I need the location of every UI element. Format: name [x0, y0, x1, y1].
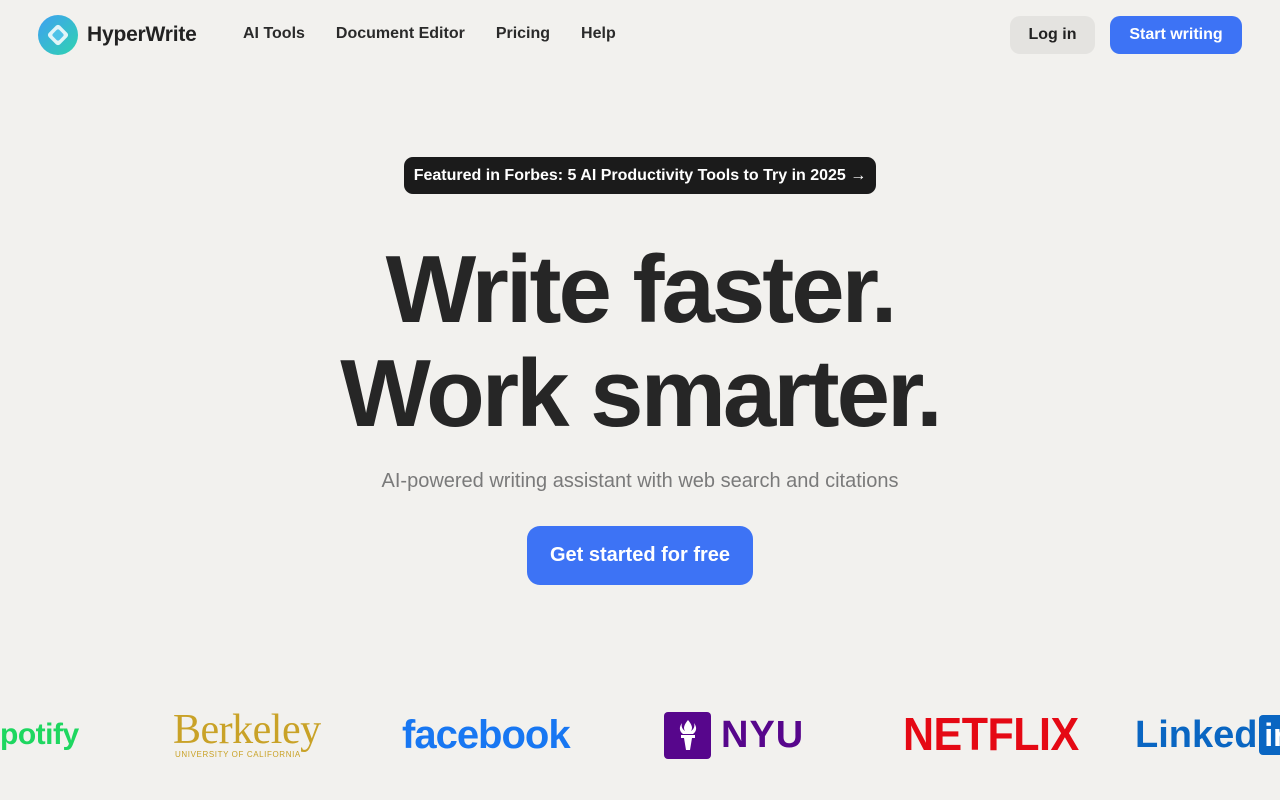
nav-link-ai-tools[interactable]: AI Tools: [243, 24, 305, 44]
hyperwrite-logo-icon: [38, 15, 78, 55]
headline-line-2: Work smarter.: [340, 340, 943, 447]
linkedin-logo: Linked in: [1135, 700, 1280, 770]
forbes-announcement-badge[interactable]: Featured in Forbes: 5 AI Productivity To…: [404, 157, 876, 194]
linkedin-wordmark: Linked: [1135, 713, 1258, 756]
berkeley-subtitle: UNIVERSITY OF CALIFORNIA: [175, 750, 301, 759]
spotify-wordmark: potify: [0, 718, 79, 751]
facebook-logo: facebook: [402, 700, 571, 770]
nav-link-document-editor[interactable]: Document Editor: [336, 24, 465, 44]
get-started-button[interactable]: Get started for free: [527, 526, 753, 585]
berkeley-wordmark: Berkeley: [173, 707, 321, 753]
spotify-logo: potify: [0, 700, 79, 770]
nyu-logo: NYU: [664, 700, 804, 770]
hero-subheadline: AI-powered writing assistant with web se…: [381, 470, 899, 492]
login-button[interactable]: Log in: [1010, 16, 1095, 54]
nyu-wordmark: NYU: [721, 713, 805, 756]
brand-name: HyperWrite: [87, 23, 197, 46]
brand-link[interactable]: HyperWrite: [38, 15, 197, 55]
start-writing-button[interactable]: Start writing: [1110, 16, 1242, 54]
berkeley-logo: Berkeley UNIVERSITY OF CALIFORNIA: [173, 700, 321, 770]
landing-page: HyperWrite AI Tools Document Editor Pric…: [0, 0, 1280, 800]
nav-link-help[interactable]: Help: [581, 24, 616, 44]
hero-headline: Write faster. Work smarter.: [0, 238, 1280, 446]
netflix-wordmark: NETFLIX: [903, 708, 1079, 761]
top-nav: HyperWrite AI Tools Document Editor Pric…: [0, 0, 1280, 68]
linkedin-in-box: in: [1259, 715, 1280, 755]
customer-logos-strip: potify Berkeley UNIVERSITY OF CALIFORNIA…: [0, 700, 1280, 770]
nav-link-pricing[interactable]: Pricing: [496, 24, 550, 44]
nyu-torch-icon: [664, 711, 711, 759]
headline-line-1: Write faster.: [385, 236, 898, 343]
facebook-wordmark: facebook: [402, 712, 571, 757]
nav-links: AI Tools Document Editor Pricing Help: [243, 24, 647, 44]
netflix-logo: NETFLIX: [903, 700, 1079, 770]
